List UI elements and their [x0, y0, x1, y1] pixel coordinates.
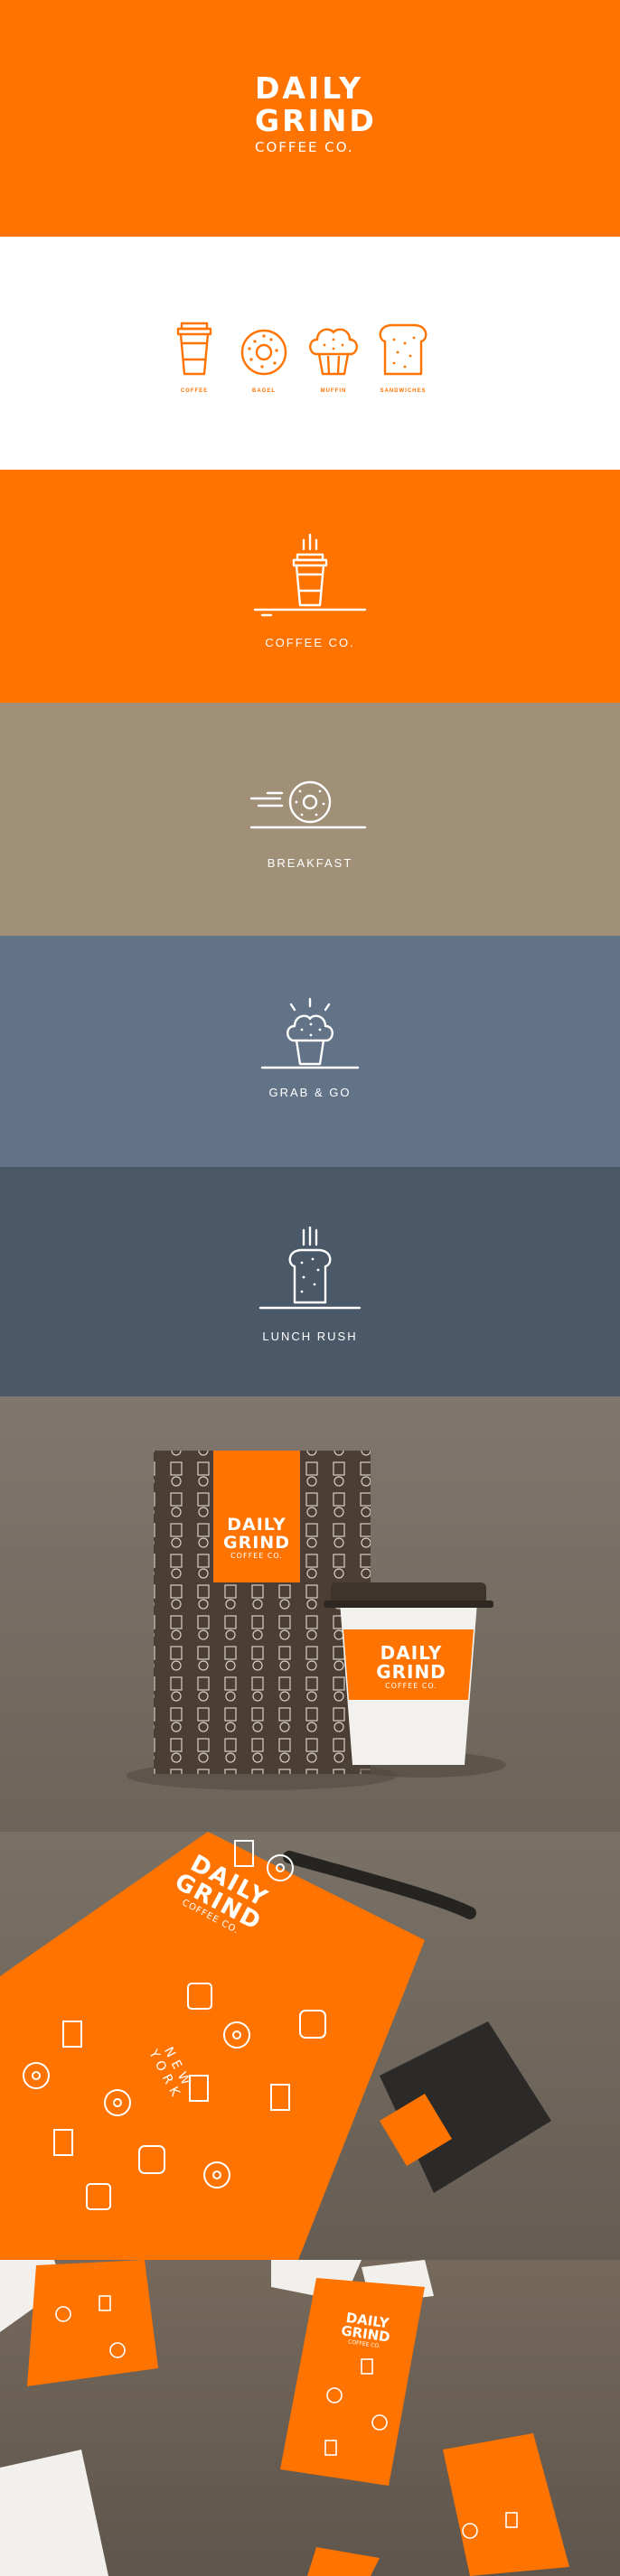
rolling-bagel-icon [249, 780, 367, 829]
icon-label-muffin: MUFFIN [320, 388, 347, 394]
sandwich-bread-icon [379, 323, 427, 376]
muffin-icon [309, 328, 358, 376]
banner-caption: BREAKFAST [267, 856, 353, 870]
steaming-bread-icon [258, 1227, 362, 1310]
icon-item-bagel: BAGEL [237, 320, 291, 394]
icon-label-sandwiches: SANDWICHES [380, 388, 427, 394]
cup-logo-line3: COFFEE CO. [385, 1682, 437, 1690]
banner-grab-and-go: GRAB & GO [0, 936, 620, 1167]
packaging-mockup-photo: DAILY GRIND COFFEE CO. DAILY GRIND COFFE… [0, 1396, 620, 1832]
logo-banner: DAILY GRIND COFFEE CO. [0, 0, 620, 237]
pouch-logo-line1: DAILY [227, 1515, 287, 1535]
cup-logo-line2: GRIND [376, 1661, 446, 1683]
brand-logo: DAILY GRIND COFFEE CO. [255, 70, 377, 156]
banner-caption: LUNCH RUSH [262, 1330, 358, 1343]
logo-line-grind: GRIND [255, 103, 377, 138]
icon-label-bagel: BAGEL [252, 388, 276, 394]
shopping-bag-illustration [0, 1832, 551, 2260]
banner-caption: COFFEE CO. [265, 636, 355, 649]
pouch-logo-line3: COFFEE CO. [230, 1552, 283, 1560]
bag-mockup-photo: DAILY GRIND COFFEE CO. NEW YORK [0, 1832, 620, 2260]
logo-line-coffee-co: COFFEE CO. [255, 139, 354, 155]
cup-logo: DAILY GRIND COFFEE CO. [352, 1642, 470, 1691]
pouch-logo: DAILY GRIND COFFEE CO. [213, 1516, 300, 1560]
card-orange-3 [443, 2433, 569, 2576]
icon-set-section: COFFEE BAGEL MUFFIN SANDWICHES [0, 237, 620, 470]
icon-row: COFFEE BAGEL MUFFIN SANDWICHES [167, 320, 430, 394]
cup-logo-line1: DAILY [380, 1642, 443, 1664]
icon-item-coffee: COFFEE [167, 320, 221, 394]
steaming-coffee-cup-icon [253, 533, 367, 617]
card-white-4 [0, 2450, 108, 2576]
logo-line-daily: DAILY [255, 70, 363, 106]
card-orange-2 [280, 2278, 425, 2486]
coffee-cup-icon [176, 322, 212, 376]
banner-caption: GRAB & GO [268, 1086, 352, 1099]
icon-item-sandwiches: SANDWICHES [376, 320, 430, 394]
business-cards-illustration [0, 2260, 569, 2576]
icon-label-coffee: COFFEE [180, 388, 209, 394]
banner-breakfast: BREAKFAST [0, 703, 620, 936]
pouch-and-cup-illustration [127, 1451, 506, 1790]
cup-lid-rim [324, 1601, 493, 1608]
icon-item-muffin: MUFFIN [306, 320, 361, 394]
pouch-logo-line2: GRIND [223, 1533, 290, 1553]
card-orange-4 [307, 2547, 380, 2576]
banner-coffee: COFFEE CO. [0, 470, 620, 703]
banner-lunch-rush: LUNCH RUSH [0, 1167, 620, 1396]
glowing-muffin-icon [260, 997, 360, 1069]
business-cards-photo: DAILY GRIND COFFEE CO. [0, 2260, 620, 2576]
card-orange-1 [27, 2260, 158, 2386]
bagel-icon [240, 329, 287, 376]
